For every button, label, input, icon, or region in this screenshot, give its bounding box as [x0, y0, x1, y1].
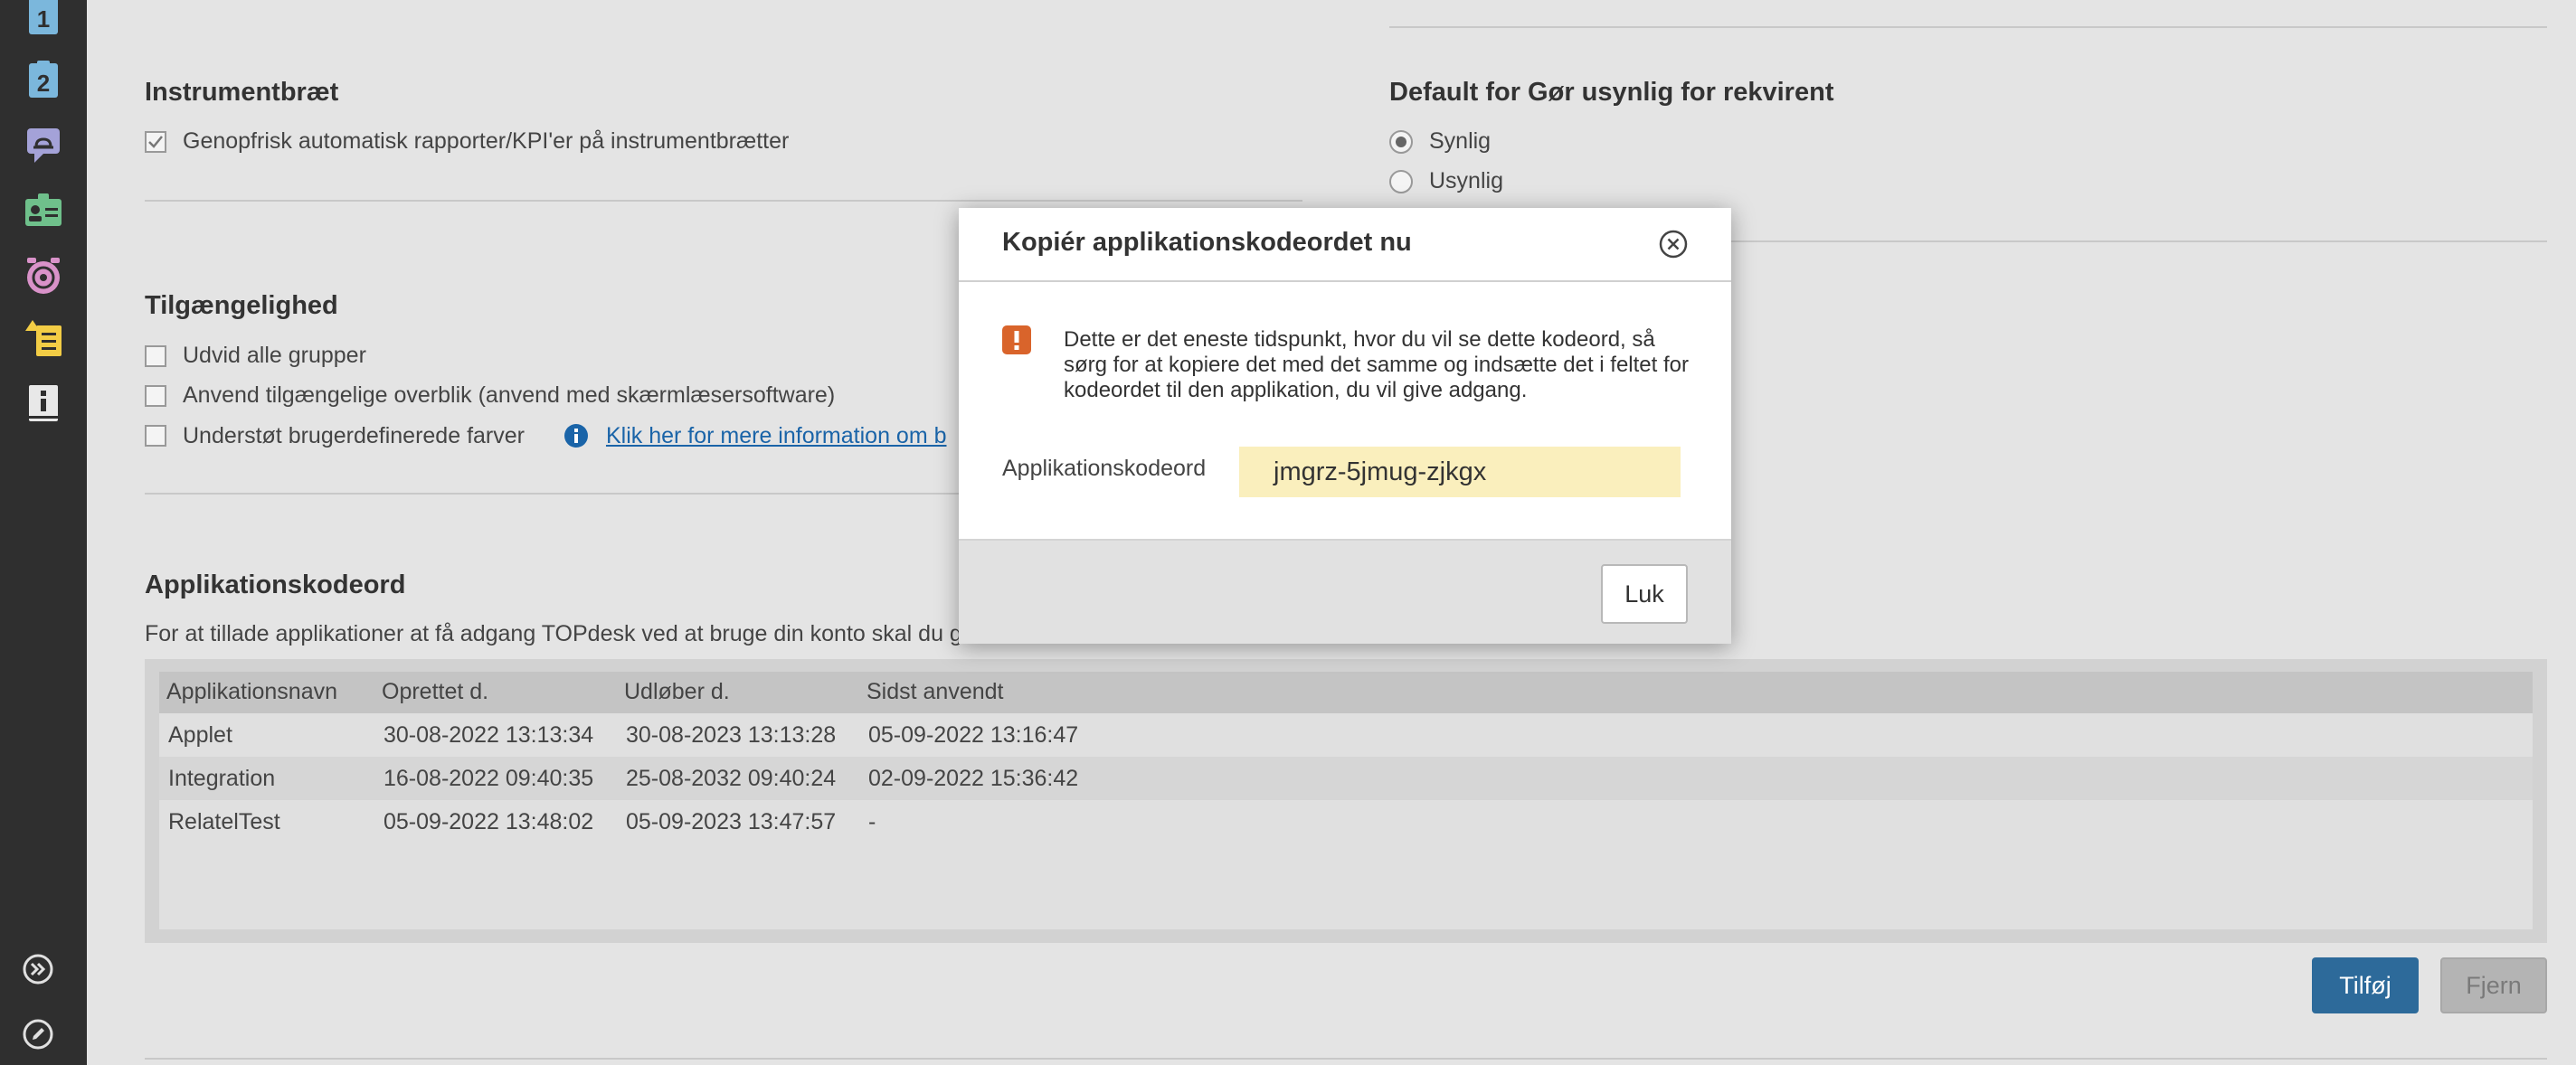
divider [1389, 26, 2547, 28]
synlig-radio[interactable] [1389, 129, 1413, 154]
default-visibility-title: Default for Gør usynlig for rekvirent [1389, 78, 1834, 107]
auto-refresh-option: Genopfrisk automatisk rapporter/KPI'er p… [145, 128, 789, 155]
tilgaengelighed-title: Tilgængelighed [145, 291, 338, 320]
info-book-icon[interactable] [24, 383, 63, 423]
auto-refresh-checkbox[interactable] [145, 130, 166, 153]
visibility-option-usynlig: Usynlig [1389, 168, 1503, 194]
cell-expires: 30-08-2023 13:13:28 [626, 722, 837, 748]
svg-text:2: 2 [37, 70, 50, 97]
table-row[interactable]: RelatelTest 05-09-2022 13:48:02 05-09-20… [159, 800, 2533, 844]
cell-created: 16-08-2022 09:40:35 [384, 766, 594, 791]
dialog-message: Dette er det eneste tidspunkt, hvor du v… [1064, 327, 1689, 402]
password-field-label: Applikationskodeord [1002, 456, 1207, 481]
custom-colors-label: Understøt brugerdefinerede farver [183, 422, 525, 448]
checkmark-icon [148, 135, 163, 148]
accessible-overview-label: Anvend tilgængelige overblik (anvend med… [183, 382, 836, 408]
copy-password-dialog: Kopiér applikationskodeordet nu Dette er… [959, 208, 1731, 644]
alarm-clock-icon[interactable] [24, 255, 63, 295]
add-button[interactable]: Tilføj [2312, 957, 2419, 1013]
auto-refresh-label: Genopfrisk automatisk rapporter/KPI'er p… [183, 128, 790, 154]
more-info-link[interactable]: Klik her for mere information om b [606, 423, 947, 449]
table-row[interactable]: Integration 16-08-2022 09:40:35 25-08-20… [159, 757, 2533, 800]
column-header[interactable]: Applikationsnavn [166, 679, 337, 705]
cell-last-used: 05-09-2022 13:16:47 [868, 722, 1079, 748]
cell-name: Applet [168, 722, 232, 748]
cell-name: RelatelTest [168, 809, 280, 834]
cell-created: 05-09-2022 13:48:02 [384, 809, 594, 834]
divider [145, 200, 1302, 202]
table-row[interactable]: Applet 30-08-2022 13:13:34 30-08-2023 13… [159, 713, 2533, 757]
table-body: Applikationsnavn Oprettet d. Udløber d. … [159, 672, 2533, 929]
cell-name: Integration [168, 766, 276, 791]
cell-expires: 05-09-2023 13:47:57 [626, 809, 837, 834]
expand-groups-label: Udvid alle grupper [183, 343, 366, 368]
column-header[interactable]: Oprettet d. [382, 679, 488, 705]
divider [145, 1058, 2547, 1060]
clipboard-2-icon[interactable]: 2 [24, 60, 63, 99]
cell-created: 30-08-2022 13:13:34 [384, 722, 594, 748]
clipboard-1-icon[interactable]: 1 [24, 0, 63, 40]
dialog-footer: Luk [959, 539, 1731, 644]
edit-pencil-icon[interactable] [20, 1016, 56, 1052]
app-passwords-table: Applikationsnavn Oprettet d. Udløber d. … [145, 659, 2547, 943]
password-field-value[interactable]: jmgrz-5jmug-zjkgx [1239, 447, 1681, 497]
svg-text:1: 1 [37, 5, 50, 33]
info-icon [563, 422, 590, 449]
accessible-overview-option: Anvend tilgængelige overblik (anvend med… [145, 382, 835, 409]
warning-icon [1002, 325, 1031, 354]
app-passwords-description: For at tillade applikationer at få adgan… [145, 621, 962, 646]
instrumentbraet-title: Instrumentbræt [145, 78, 339, 107]
dialog-title: Kopiér applikationskodeordet nu [1002, 228, 1412, 257]
expand-groups-checkbox[interactable] [145, 344, 166, 367]
cell-last-used: - [868, 809, 876, 834]
radio-selected-dot [1396, 136, 1406, 147]
column-header[interactable]: Udløber d. [624, 679, 730, 705]
expand-menu-icon[interactable] [20, 951, 56, 987]
task-list-icon[interactable] [24, 318, 63, 358]
accessible-overview-checkbox[interactable] [145, 384, 166, 407]
remove-button[interactable]: Fjern [2440, 957, 2547, 1013]
sidebar: 1 2 [0, 0, 87, 1065]
visibility-option-synlig: Synlig [1389, 128, 1491, 155]
cell-last-used: 02-09-2022 15:36:42 [868, 766, 1079, 791]
close-button[interactable]: Luk [1601, 564, 1688, 624]
dialog-header: Kopiér applikationskodeordet nu [959, 208, 1731, 282]
expand-groups-option: Udvid alle grupper [145, 343, 366, 369]
chat-cloud-icon[interactable] [24, 125, 63, 165]
table-header: Applikationsnavn Oprettet d. Udløber d. … [159, 672, 2533, 713]
synlig-label: Synlig [1429, 128, 1492, 154]
usynlig-label: Usynlig [1429, 168, 1503, 193]
contact-card-icon[interactable] [24, 190, 63, 230]
custom-colors-option: Understøt brugerdefinerede farver Klik h… [145, 422, 947, 449]
cell-expires: 25-08-2032 09:40:24 [626, 766, 837, 791]
custom-colors-checkbox[interactable] [145, 425, 166, 447]
close-icon[interactable] [1657, 228, 1690, 260]
app-passwords-title: Applikationskodeord [145, 570, 406, 599]
column-header[interactable]: Sidst anvendt [867, 679, 1004, 705]
divider [145, 493, 1049, 495]
usynlig-radio[interactable] [1389, 169, 1413, 193]
